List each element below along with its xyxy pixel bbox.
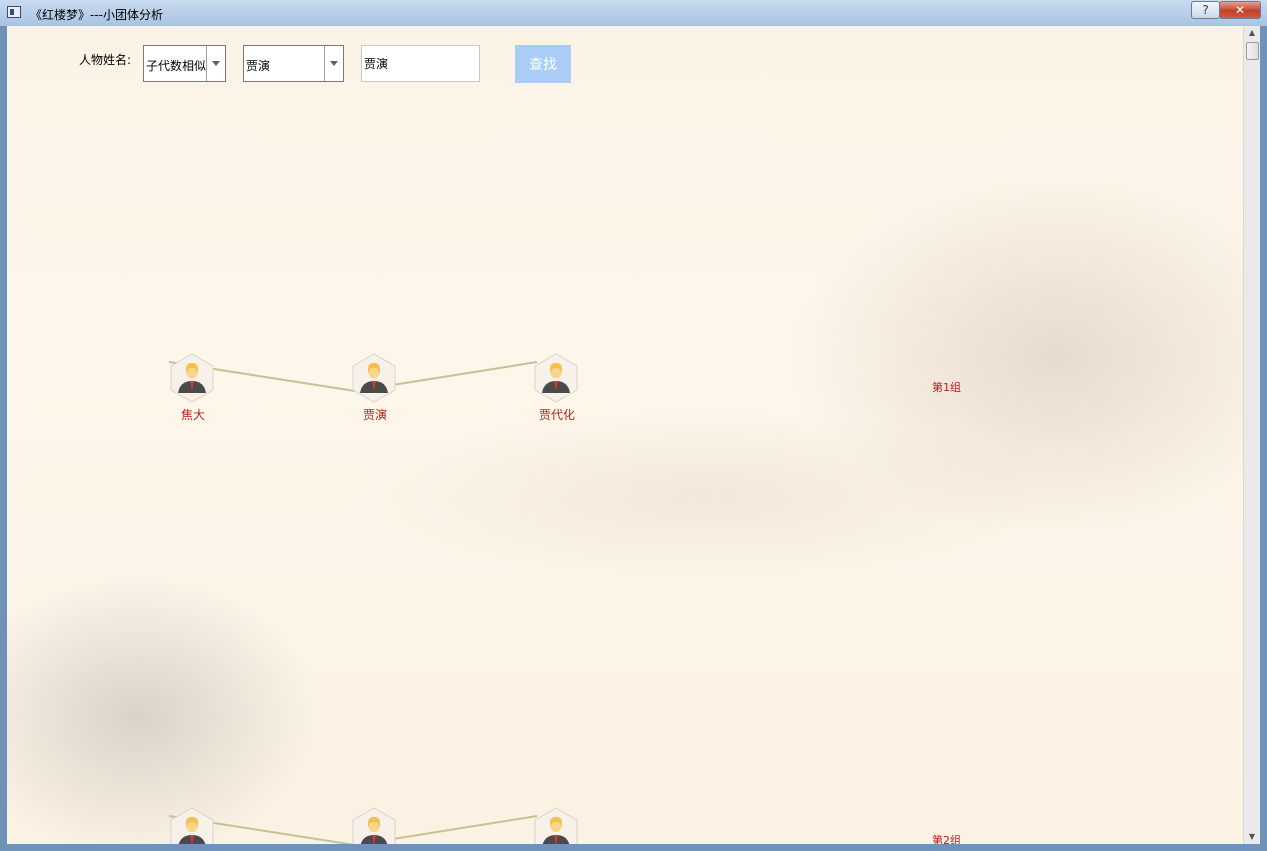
person-avatar-icon xyxy=(352,807,396,844)
graph-node[interactable] xyxy=(170,807,216,844)
graph-node[interactable] xyxy=(352,807,398,844)
app-window: 《红楼梦》---小团体分析 ? ✕ 人物姓名: 子代数相似 贾演 查找 xyxy=(0,0,1267,851)
node-name: 焦大 xyxy=(180,408,205,422)
window-frame-bottom xyxy=(0,844,1267,851)
person-avatar-icon xyxy=(170,807,214,844)
graph-node[interactable]: 贾代化 xyxy=(534,353,580,423)
scroll-down-icon[interactable]: ▼ xyxy=(1244,830,1260,844)
group-label: 第1组 xyxy=(932,381,961,394)
node-name: 贾代化 xyxy=(538,408,575,422)
window-title: 《红楼梦》---小团体分析 xyxy=(30,8,163,22)
graph-node[interactable]: 焦大 xyxy=(170,353,216,423)
title-bar: 《红楼梦》---小团体分析 ? ✕ xyxy=(0,0,1267,27)
person-avatar-icon xyxy=(534,807,578,844)
graph-node[interactable] xyxy=(534,807,580,844)
person-avatar-icon xyxy=(352,353,396,403)
app-icon xyxy=(7,6,21,18)
scrollbar-thumb[interactable] xyxy=(1246,42,1259,60)
group-label: 第2组 xyxy=(932,834,961,844)
main-canvas: 人物姓名: 子代数相似 贾演 查找 焦大 xyxy=(7,26,1243,844)
person-avatar-icon xyxy=(534,353,578,403)
close-button[interactable]: ✕ xyxy=(1219,1,1261,19)
graph-node[interactable]: 贾演 xyxy=(352,353,398,423)
window-frame-left xyxy=(0,26,7,851)
help-button[interactable]: ? xyxy=(1191,1,1220,19)
window-frame-right xyxy=(1260,26,1267,851)
vertical-scrollbar[interactable]: ▲ ▼ xyxy=(1243,26,1260,844)
person-avatar-icon xyxy=(170,353,214,403)
node-name: 贾演 xyxy=(362,408,387,422)
scroll-up-icon[interactable]: ▲ xyxy=(1244,26,1260,40)
relationship-graph xyxy=(168,361,538,844)
